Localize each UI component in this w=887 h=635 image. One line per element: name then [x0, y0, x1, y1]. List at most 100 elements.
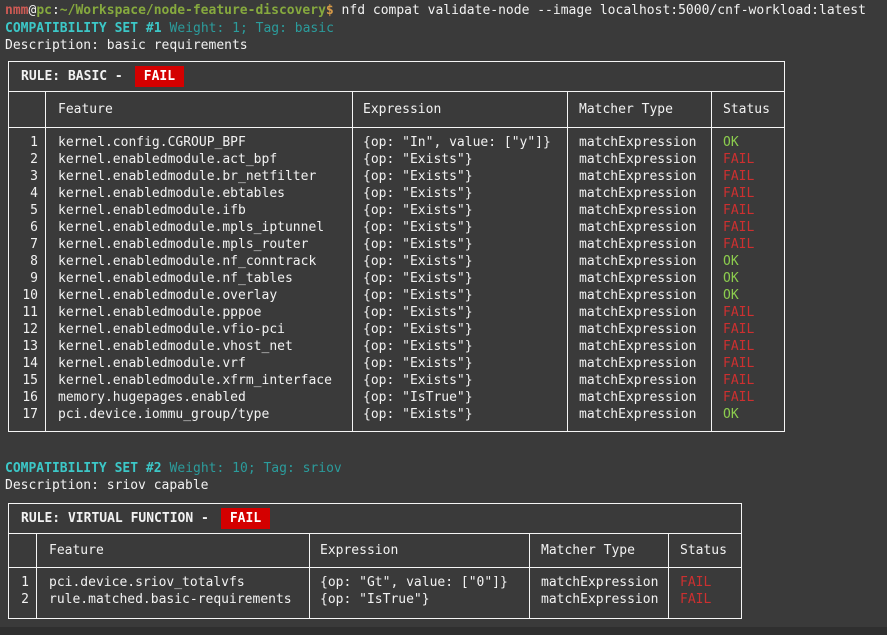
status-cell: OK — [712, 287, 784, 304]
table-row: 7 kernel.enabledmodule.mpls_router {op: … — [9, 236, 784, 253]
status-cell: FAIL — [712, 338, 784, 355]
row-number: 5 — [9, 202, 46, 219]
row-number: 1 — [9, 574, 37, 591]
matcher-type-cell: matchExpression — [568, 287, 712, 304]
row-number: 2 — [9, 151, 46, 168]
expression-cell: {op: "Exists"} — [353, 236, 568, 253]
feature-cell: kernel.enabledmodule.vfio-pci — [46, 321, 353, 338]
matcher-type-cell: matchExpression — [568, 389, 712, 406]
table-row: 15 kernel.enabledmodule.xfrm_interface {… — [9, 372, 784, 389]
col-header-number — [9, 92, 46, 127]
row-number: 8 — [9, 253, 46, 270]
col-header-feature: Feature — [37, 534, 310, 567]
row-number: 1 — [9, 134, 46, 151]
feature-cell: kernel.enabledmodule.nf_tables — [46, 270, 353, 287]
rule-label: RULE: BASIC - — [21, 69, 123, 84]
matcher-type-cell: matchExpression — [530, 574, 669, 591]
table-row: 9 kernel.enabledmodule.nf_tables {op: "E… — [9, 270, 784, 287]
expression-cell: {op: "IsTrue"} — [310, 591, 530, 608]
prompt-dollar: $ — [326, 3, 334, 18]
row-number: 6 — [9, 219, 46, 236]
status-cell: FAIL — [712, 151, 784, 168]
terminal-window: nmm@pc:~/Workspace/node-feature-discover… — [0, 0, 887, 635]
matcher-type-cell: matchExpression — [568, 253, 712, 270]
table-row: 5 kernel.enabledmodule.ifb {op: "Exists"… — [9, 202, 784, 219]
status-cell: OK — [712, 134, 784, 151]
window-bottom-edge — [0, 627, 887, 635]
table-row: 13 kernel.enabledmodule.vhost_net {op: "… — [9, 338, 784, 355]
row-number: 3 — [9, 168, 46, 185]
status-cell: FAIL — [669, 574, 741, 591]
matcher-type-cell: matchExpression — [568, 338, 712, 355]
row-number: 15 — [9, 372, 46, 389]
expression-cell: {op: "Exists"} — [353, 151, 568, 168]
column-divider — [711, 128, 712, 431]
status-cell: FAIL — [712, 236, 784, 253]
matcher-type-cell: matchExpression — [568, 202, 712, 219]
compat-set-1-meta: Weight: 1; Tag: basic — [170, 21, 334, 36]
expression-cell: {op: "Exists"} — [353, 406, 568, 423]
feature-cell: kernel.config.CGROUP_BPF — [46, 134, 353, 151]
expression-cell: {op: "Exists"} — [353, 355, 568, 372]
feature-cell: kernel.enabledmodule.ifb — [46, 202, 353, 219]
col-header-matcher-type: Matcher Type — [568, 92, 712, 127]
row-number: 13 — [9, 338, 46, 355]
status-cell: FAIL — [669, 591, 741, 608]
col-header-status: Status — [669, 534, 741, 567]
expression-cell: {op: "Exists"} — [353, 185, 568, 202]
status-cell: OK — [712, 270, 784, 287]
matcher-type-cell: matchExpression — [568, 134, 712, 151]
col-header-expression: Expression — [353, 92, 568, 127]
table-row: 3 kernel.enabledmodule.br_netfilter {op:… — [9, 168, 784, 185]
row-number: 2 — [9, 591, 37, 608]
compat-set-2-meta: Weight: 10; Tag: sriov — [170, 461, 342, 476]
table-row: 2 kernel.enabledmodule.act_bpf {op: "Exi… — [9, 151, 784, 168]
expression-cell: {op: "Exists"} — [353, 270, 568, 287]
table-row: 8 kernel.enabledmodule.nf_conntrack {op:… — [9, 253, 784, 270]
row-number: 16 — [9, 389, 46, 406]
col-header-matcher-type: Matcher Type — [530, 534, 669, 567]
feature-cell: kernel.enabledmodule.overlay — [46, 287, 353, 304]
compat-set-2-title-line: COMPATIBILITY SET #2 Weight: 10; Tag: sri… — [5, 460, 342, 477]
matcher-type-cell: matchExpression — [568, 321, 712, 338]
status-cell: FAIL — [712, 202, 784, 219]
matcher-type-cell: matchExpression — [568, 304, 712, 321]
rule-table-basic: RULE: BASIC - FAIL Feature Expression Ma… — [8, 61, 785, 432]
row-number: 11 — [9, 304, 46, 321]
compat-set-2-title: COMPATIBILITY SET #2 — [5, 461, 162, 476]
column-divider — [309, 568, 310, 618]
feature-cell: kernel.enabledmodule.pppoe — [46, 304, 353, 321]
table-row: 1 pci.device.sriov_totalvfs {op: "Gt", v… — [9, 574, 741, 591]
expression-cell: {op: "Exists"} — [353, 202, 568, 219]
column-divider — [567, 128, 568, 431]
expression-cell: {op: "IsTrue"} — [353, 389, 568, 406]
rule-header-basic: RULE: BASIC - FAIL — [9, 62, 784, 92]
matcher-type-cell: matchExpression — [568, 355, 712, 372]
rule-status-badge: FAIL — [135, 66, 184, 87]
feature-cell: kernel.enabledmodule.nf_conntrack — [46, 253, 353, 270]
feature-cell: pci.device.sriov_totalvfs — [37, 574, 310, 591]
matcher-type-cell: matchExpression — [568, 236, 712, 253]
feature-cell: kernel.enabledmodule.br_netfilter — [46, 168, 353, 185]
matcher-type-cell: matchExpression — [568, 151, 712, 168]
command-text: nfd compat validate-node --image localho… — [334, 3, 866, 18]
compat-set-1-title: COMPATIBILITY SET #1 — [5, 21, 162, 36]
rule-label: RULE: VIRTUAL FUNCTION - — [21, 511, 209, 526]
row-number: 14 — [9, 355, 46, 372]
column-divider — [668, 568, 669, 618]
column-divider — [45, 128, 46, 431]
expression-cell: {op: "Exists"} — [353, 304, 568, 321]
compat-set-1-description: Description: basic requirements — [5, 37, 248, 54]
compat-set-1-title-line: COMPATIBILITY SET #1 Weight: 1; Tag: basi… — [5, 20, 334, 37]
expression-cell: {op: "Gt", value: ["0"]} — [310, 574, 530, 591]
expression-cell: {op: "Exists"} — [353, 168, 568, 185]
status-cell: FAIL — [712, 389, 784, 406]
status-cell: FAIL — [712, 219, 784, 236]
status-cell: OK — [712, 253, 784, 270]
rule-table-virtual-function: RULE: VIRTUAL FUNCTION - FAIL Feature Ex… — [8, 503, 742, 619]
rule-status-badge: FAIL — [221, 508, 270, 529]
expression-cell: {op: "Exists"} — [353, 321, 568, 338]
table-row: 1 kernel.config.CGROUP_BPF {op: "In", va… — [9, 134, 784, 151]
rule-header-virtual-function: RULE: VIRTUAL FUNCTION - FAIL — [9, 504, 741, 534]
status-cell: FAIL — [712, 355, 784, 372]
